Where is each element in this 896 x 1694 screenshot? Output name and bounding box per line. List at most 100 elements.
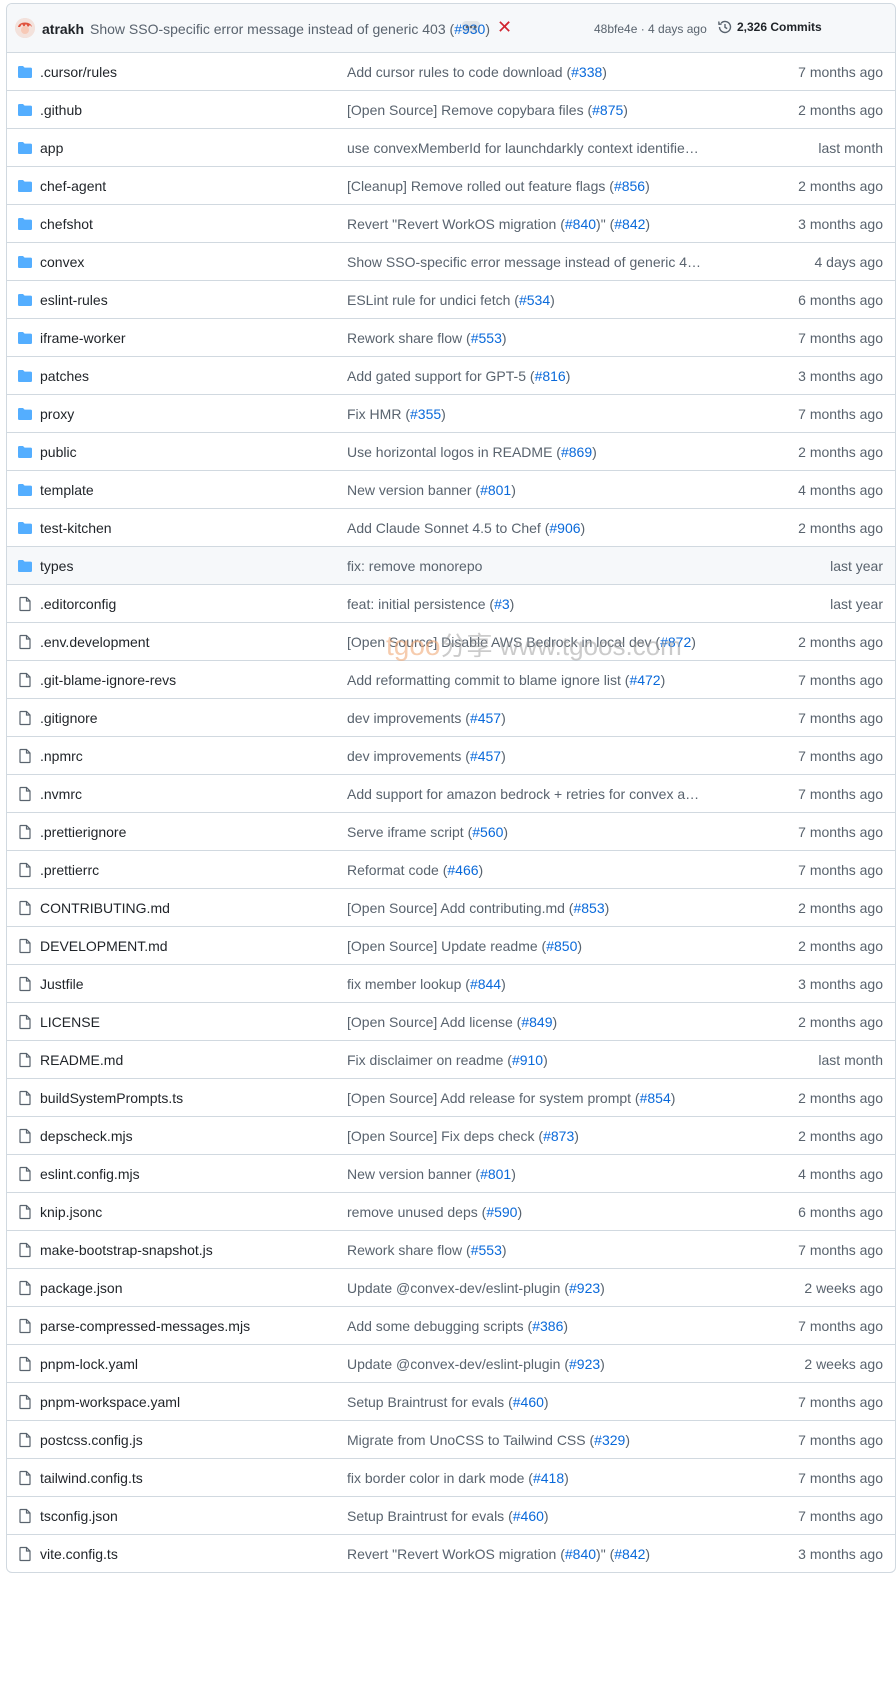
commit-message-link[interactable]: [Open Source] Fix deps check (#873) — [347, 1127, 703, 1145]
pr-link[interactable]: #844 — [470, 976, 501, 992]
commit-message-text[interactable]: Add reformatting commit to blame ignore … — [347, 672, 621, 688]
commit-message-text[interactable]: New version banner — [347, 482, 472, 498]
commit-message-link[interactable]: Setup Braintrust for evals (#460) — [347, 1507, 703, 1525]
commit-message-text[interactable]: Add cursor rules to code download — [347, 64, 563, 80]
commit-message-link[interactable]: fix member lookup (#844) — [347, 975, 703, 993]
pr-link[interactable]: #850 — [546, 938, 577, 954]
file-row[interactable]: test-kitchen Add Claude Sonnet 4.5 to Che… — [7, 509, 895, 547]
commit-message-link[interactable]: fix: remove monorepo — [347, 557, 703, 575]
file-row[interactable]: CONTRIBUTING.md [Open Source] Add contrib… — [7, 889, 895, 927]
commit-message-text[interactable]: [Open Source] Disable AWS Bedrock in loc… — [347, 634, 652, 650]
pr-link[interactable]: #553 — [471, 330, 502, 346]
commit-message-link[interactable]: feat: initial persistence (#3) — [347, 595, 703, 613]
commit-message-text[interactable]: ESLint rule for undici fetch — [347, 292, 510, 308]
commit-message-text[interactable]: Fix disclaimer on readme — [347, 1052, 503, 1068]
commit-message-link[interactable]: dev improvements (#457) — [347, 709, 703, 727]
file-name-link[interactable]: eslint.config.mjs — [40, 1165, 140, 1183]
file-name-link[interactable]: chefshot — [40, 215, 93, 233]
commit-message-link[interactable]: New version banner (#801) — [347, 481, 703, 499]
pr-link[interactable]: #466 — [447, 862, 478, 878]
file-row[interactable]: .git-blame-ignore-revs Add reformatting c… — [7, 661, 895, 699]
file-name-link[interactable]: Justfile — [40, 975, 84, 993]
file-name-link[interactable]: .prettierrc — [40, 861, 99, 879]
commit-message-text[interactable]: Add Claude Sonnet 4.5 to Chef — [347, 520, 541, 536]
file-name-link[interactable]: public — [40, 443, 77, 461]
commit-message-link[interactable]: Update @convex-dev/eslint-plugin (#923) — [347, 1355, 703, 1373]
file-row[interactable]: .prettierignore Serve iframe script (#560… — [7, 813, 895, 851]
commit-message-link[interactable]: Add Claude Sonnet 4.5 to Chef (#906) — [347, 519, 703, 537]
file-name-link[interactable]: .git-blame-ignore-revs — [40, 671, 176, 689]
file-row[interactable]: make-bootstrap-snapshot.js Rework share f… — [7, 1231, 895, 1269]
pr-link[interactable]: #875 — [592, 102, 623, 118]
file-row[interactable]: postcss.config.js Migrate from UnoCSS to … — [7, 1421, 895, 1459]
file-name-link[interactable]: .editorconfig — [40, 595, 116, 613]
commit-message-text[interactable]: [Open Source] Add contributing.md — [347, 900, 565, 916]
file-row[interactable]: .env.development [Open Source] Disable AW… — [7, 623, 895, 661]
commit-message-text[interactable]: Rework share flow — [347, 330, 462, 346]
file-row[interactable]: Justfile fix member lookup (#844) 3 months… — [7, 965, 895, 1003]
pr-link[interactable]: #355 — [410, 406, 441, 422]
commit-message-text[interactable]: remove unused deps — [347, 1204, 478, 1220]
pr-link[interactable]: #853 — [573, 900, 604, 916]
file-name-link[interactable]: package.json — [40, 1279, 123, 1297]
pr-link[interactable]: #534 — [519, 292, 550, 308]
file-row[interactable]: iframe-worker Rework share flow (#553) 7 m… — [7, 319, 895, 357]
pr-link[interactable]: #801 — [480, 482, 511, 498]
commit-message-link[interactable]: ESLint rule for undici fetch (#534) — [347, 291, 703, 309]
file-name-link[interactable]: .npmrc — [40, 747, 83, 765]
commit-message-link[interactable]: Revert "Revert WorkOS migration (#840)" … — [347, 1545, 703, 1563]
file-row[interactable]: buildSystemPrompts.ts [Open Source] Add r… — [7, 1079, 895, 1117]
pr-link[interactable]: #590 — [486, 1204, 517, 1220]
pr-link[interactable]: #856 — [614, 178, 645, 194]
commit-message-link[interactable]: Serve iframe script (#560) — [347, 823, 703, 841]
pr-link[interactable]: #472 — [629, 672, 660, 688]
commit-message-text[interactable]: fix: remove monorepo — [347, 558, 482, 574]
commit-sha-time[interactable]: 48bfe4e · 4 days ago — [594, 20, 707, 38]
pr-link[interactable]: #842 — [614, 216, 645, 232]
file-row[interactable]: parse-compressed-messages.mjs Add some de… — [7, 1307, 895, 1345]
file-row[interactable]: tailwind.config.ts fix border color in da… — [7, 1459, 895, 1497]
file-name-link[interactable]: test-kitchen — [40, 519, 112, 537]
pr-link[interactable]: #840 — [565, 1546, 596, 1562]
file-row[interactable]: README.md Fix disclaimer on readme (#910)… — [7, 1041, 895, 1079]
commit-message-text[interactable]: [Open Source] Update readme — [347, 938, 538, 954]
commit-message-text[interactable]: use convexMemberId for launchdarkly cont… — [347, 140, 699, 156]
commits-count[interactable]: 2,326 Commits — [737, 20, 822, 34]
commit-message-text[interactable]: [Open Source] Add release for system pro… — [347, 1090, 631, 1106]
file-name-link[interactable]: DEVELOPMENT.md — [40, 937, 168, 955]
file-row[interactable]: pnpm-lock.yaml Update @convex-dev/eslint-… — [7, 1345, 895, 1383]
commit-message-text[interactable]: Migrate from UnoCSS to Tailwind CSS — [347, 1432, 586, 1448]
commit-author[interactable]: atrakh — [42, 20, 84, 38]
pr-link[interactable]: #560 — [472, 824, 503, 840]
file-row[interactable]: chefshot Revert "Revert WorkOS migration … — [7, 205, 895, 243]
file-row[interactable]: knip.jsonc remove unused deps (#590) 6 mon… — [7, 1193, 895, 1231]
status-failure-icon[interactable]: ✕ — [497, 16, 512, 38]
pr-link[interactable]: #386 — [532, 1318, 563, 1334]
file-name-link[interactable]: make-bootstrap-snapshot.js — [40, 1241, 213, 1259]
pr-link[interactable]: #460 — [513, 1394, 544, 1410]
commit-message-text[interactable]: Serve iframe script — [347, 824, 464, 840]
commit-message-link[interactable]: [Open Source] Remove copybara files (#87… — [347, 101, 703, 119]
commit-message-link[interactable]: Add some debugging scripts (#386) — [347, 1317, 703, 1335]
pr-link[interactable]: #801 — [480, 1166, 511, 1182]
commit-message-text[interactable]: Update @convex-dev/eslint-plugin — [347, 1280, 560, 1296]
commit-message-text[interactable]: New version banner — [347, 1166, 472, 1182]
commit-message-link[interactable]: Add gated support for GPT-5 (#816) — [347, 367, 703, 385]
file-name-link[interactable]: patches — [40, 367, 89, 385]
commit-message-text[interactable]: Show SSO-specific error message instead … — [90, 21, 446, 37]
file-row[interactable]: .gitignore dev improvements (#457) 7 month… — [7, 699, 895, 737]
pr-link[interactable]: #457 — [470, 748, 501, 764]
file-name-link[interactable]: .nvmrc — [40, 785, 82, 803]
file-name-link[interactable]: types — [40, 557, 73, 575]
pr-link[interactable]: #923 — [569, 1356, 600, 1372]
file-row[interactable]: eslint-rules ESLint rule for undici fetch… — [7, 281, 895, 319]
file-row[interactable]: LICENSE [Open Source] Add license (#849) 2… — [7, 1003, 895, 1041]
file-name-link[interactable]: postcss.config.js — [40, 1431, 143, 1449]
file-row[interactable]: .cursor/rules Add cursor rules to code do… — [7, 53, 895, 91]
file-row[interactable]: eslint.config.mjs New version banner (#80… — [7, 1155, 895, 1193]
file-name-link[interactable]: pnpm-lock.yaml — [40, 1355, 138, 1373]
commit-message-text[interactable]: [Open Source] Add license — [347, 1014, 513, 1030]
file-name-link[interactable]: buildSystemPrompts.ts — [40, 1089, 183, 1107]
pr-link[interactable]: #873 — [543, 1128, 574, 1144]
file-name-link[interactable]: .env.development — [40, 633, 149, 651]
